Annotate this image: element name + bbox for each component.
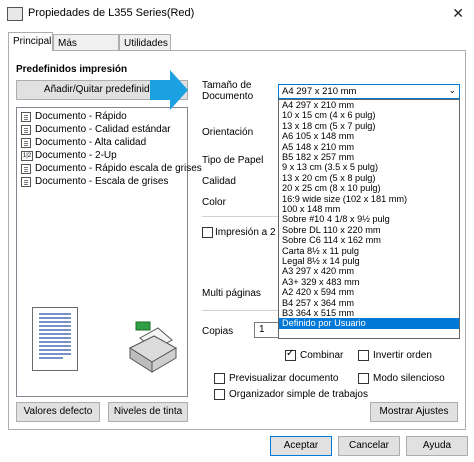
paper-size-select[interactable]: A4 297 x 210 mm ⌄ xyxy=(278,84,460,99)
printer-illustration-icon xyxy=(128,321,178,373)
preset-label: Documento - Alta calidad xyxy=(35,137,147,148)
dropdown-option-selected[interactable]: Definido por Usuario xyxy=(279,318,459,329)
dropdown-option[interactable]: 13 x 18 cm (5 x 7 pulg) xyxy=(279,121,459,131)
divider xyxy=(202,310,280,311)
accept-button[interactable]: Aceptar xyxy=(270,436,332,456)
preset-label: Documento - Rápido xyxy=(35,111,127,122)
dropdown-option[interactable]: Legal 8½ x 14 pulg xyxy=(279,256,459,266)
paper-size-value: A4 297 x 210 mm xyxy=(282,86,357,97)
dropdown-option[interactable]: 100 x 148 mm xyxy=(279,204,459,214)
window-title: Propiedades de L355 Series(Red) xyxy=(28,7,195,19)
dropdown-option[interactable]: Sobre DL 110 x 220 mm xyxy=(279,225,459,235)
document-icon xyxy=(21,112,31,122)
preset-label: Documento - Calidad estándar xyxy=(35,124,171,135)
preset-label: Documento - 2-Up xyxy=(35,150,117,161)
quiet-mode-checkbox[interactable] xyxy=(358,373,369,384)
printer-icon xyxy=(7,7,23,21)
divider xyxy=(202,216,280,217)
close-icon[interactable]: ✕ xyxy=(452,5,464,22)
copies-label: Copias xyxy=(202,326,234,337)
tab-principal[interactable]: Principal xyxy=(8,32,53,51)
dropdown-option[interactable]: A3 297 x 420 mm xyxy=(279,266,459,276)
dropdown-option[interactable]: A2 420 x 594 mm xyxy=(279,287,459,297)
dropdown-option[interactable]: B3 364 x 515 mm xyxy=(279,308,459,318)
paper-size-dropdown-list[interactable]: A4 297 x 210 mm 10 x 15 cm (4 x 6 pulg) … xyxy=(278,99,460,339)
chevron-down-icon: ⌄ xyxy=(448,85,456,95)
dropdown-option[interactable]: 20 x 25 cm (8 x 10 pulg) xyxy=(279,183,459,193)
reverse-order-label: Invertir orden xyxy=(373,350,432,361)
dropdown-option[interactable]: A4 297 x 210 mm xyxy=(279,100,459,110)
dropdown-option[interactable]: A6 105 x 148 mm xyxy=(279,131,459,141)
preset-label: Documento - Rápido escala de grises xyxy=(35,163,202,174)
combine-label: Combinar xyxy=(300,350,344,361)
two-up-icon: 1|2 xyxy=(21,151,33,161)
paper-type-label: Tipo de Papel xyxy=(202,155,264,166)
defaults-button[interactable]: Valores defecto xyxy=(16,402,100,422)
tab-mas-opciones[interactable]: Más Opciones xyxy=(53,34,119,62)
ink-levels-button[interactable]: Niveles de tinta xyxy=(108,402,188,422)
dropdown-option[interactable]: B4 257 x 364 mm xyxy=(279,298,459,308)
job-arranger-checkbox[interactable] xyxy=(214,389,225,400)
dropdown-option[interactable]: A5 148 x 210 mm xyxy=(279,142,459,152)
paper-size-label: Tamaño de Documento xyxy=(202,80,254,102)
dropdown-option[interactable]: A3+ 329 x 483 mm xyxy=(279,277,459,287)
preset-label: Documento - Escala de grises xyxy=(35,176,169,187)
help-button[interactable]: Ayuda xyxy=(406,436,468,456)
document-icon xyxy=(21,138,31,148)
multi-page-label: Multi páginas xyxy=(202,288,261,299)
presets-heading: Predefinidos impresión xyxy=(16,64,128,75)
preview-checkbox[interactable] xyxy=(214,373,225,384)
dropdown-option[interactable]: Carta 8½ x 11 pulg xyxy=(279,246,459,256)
color-label: Color xyxy=(202,197,226,208)
dropdown-option[interactable]: Sobre #10 4 1/8 x 9½ pulg xyxy=(279,214,459,224)
document-icon xyxy=(21,164,31,174)
callout-arrow-icon xyxy=(150,70,188,110)
copies-input[interactable]: 1 xyxy=(254,322,280,338)
reverse-order-checkbox[interactable] xyxy=(358,350,369,361)
dropdown-option[interactable]: 16:9 wide size (102 x 181 mm) xyxy=(279,194,459,204)
quiet-mode-label: Modo silencioso xyxy=(373,373,445,384)
document-icon xyxy=(21,125,31,135)
show-settings-button[interactable]: Mostrar Ajustes xyxy=(370,402,458,422)
two-sided-checkbox[interactable] xyxy=(202,227,213,238)
quality-label: Calidad xyxy=(202,176,236,187)
page-preview xyxy=(32,307,78,371)
job-arranger-label: Organizador simple de trabajos xyxy=(229,389,368,400)
document-icon xyxy=(21,177,31,187)
dropdown-option[interactable]: 10 x 15 cm (4 x 6 pulg) xyxy=(279,110,459,120)
tab-utilidades[interactable]: Utilidades xyxy=(119,34,171,50)
orientation-label: Orientación xyxy=(202,127,254,138)
combine-checkbox[interactable] xyxy=(285,348,296,361)
dropdown-option[interactable]: Sobre C6 114 x 162 mm xyxy=(279,235,459,245)
preview-label: Previsualizar documento xyxy=(229,373,339,384)
cancel-button[interactable]: Cancelar xyxy=(338,436,400,456)
title-bar: Propiedades de L355 Series(Red) ✕ xyxy=(0,0,474,28)
dropdown-option[interactable]: 13 x 20 cm (5 x 8 pulg) xyxy=(279,173,459,183)
dropdown-option[interactable]: B5 182 x 257 mm xyxy=(279,152,459,162)
dropdown-option[interactable]: 9 x 13 cm (3.5 x 5 pulg) xyxy=(279,162,459,172)
document-lines-icon xyxy=(39,313,71,359)
